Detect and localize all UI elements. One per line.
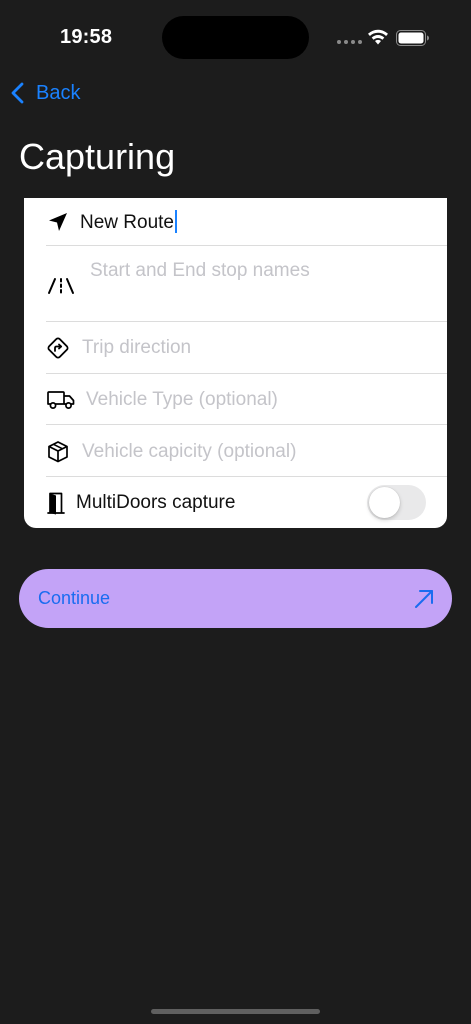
route-name-value: New Route — [80, 212, 174, 233]
wifi-icon — [368, 29, 388, 45]
route-name-input[interactable]: New Route — [80, 210, 177, 234]
truck-icon — [46, 388, 76, 412]
divider — [46, 321, 447, 322]
box-icon — [46, 440, 70, 464]
continue-label: Continue — [38, 588, 111, 608]
chevron-left-icon — [11, 82, 24, 104]
route-name-field[interactable]: New Route — [46, 206, 447, 238]
stop-names-input[interactable]: Start and End stop names — [90, 260, 310, 282]
divider — [46, 476, 447, 477]
status-time: 19:58 — [60, 26, 113, 48]
location-arrow-icon — [46, 210, 70, 234]
home-indicator — [151, 1009, 320, 1014]
back-label: Back — [36, 81, 81, 104]
arrow-up-right-icon — [415, 590, 433, 608]
vehicle-type-field[interactable]: Vehicle Type (optional) — [46, 384, 447, 416]
vehicle-capacity-field[interactable]: Vehicle capicity (optional) — [46, 436, 447, 468]
toggle-knob — [369, 487, 400, 518]
direction-sign-icon — [46, 336, 70, 360]
divider — [46, 373, 447, 374]
dynamic-island — [162, 16, 309, 59]
route-form: New Route Start and End stop names Trip … — [24, 198, 447, 528]
continue-button[interactable]: Continue — [19, 569, 452, 628]
vehicle-type-input[interactable]: Vehicle Type (optional) — [86, 389, 278, 411]
trip-direction-field[interactable]: Trip direction — [46, 332, 447, 364]
cellular-signal-icon — [337, 40, 362, 44]
trip-direction-input[interactable]: Trip direction — [82, 337, 191, 359]
battery-icon — [396, 30, 429, 46]
stop-names-field[interactable]: Start and End stop names — [46, 258, 447, 310]
page-title: Capturing — [19, 136, 176, 177]
divider — [46, 245, 447, 246]
vehicle-capacity-input[interactable]: Vehicle capicity (optional) — [82, 441, 296, 463]
text-cursor — [175, 210, 177, 233]
road-icon — [46, 274, 76, 298]
back-button[interactable]: Back — [8, 78, 80, 108]
capturing-screen: 19:58 Back Capturing New Route Start and… — [0, 0, 471, 1024]
door-icon — [46, 491, 66, 515]
multidoors-toggle[interactable] — [367, 485, 426, 520]
multidoors-label: MultiDoors capture — [76, 492, 236, 513]
divider — [46, 424, 447, 425]
